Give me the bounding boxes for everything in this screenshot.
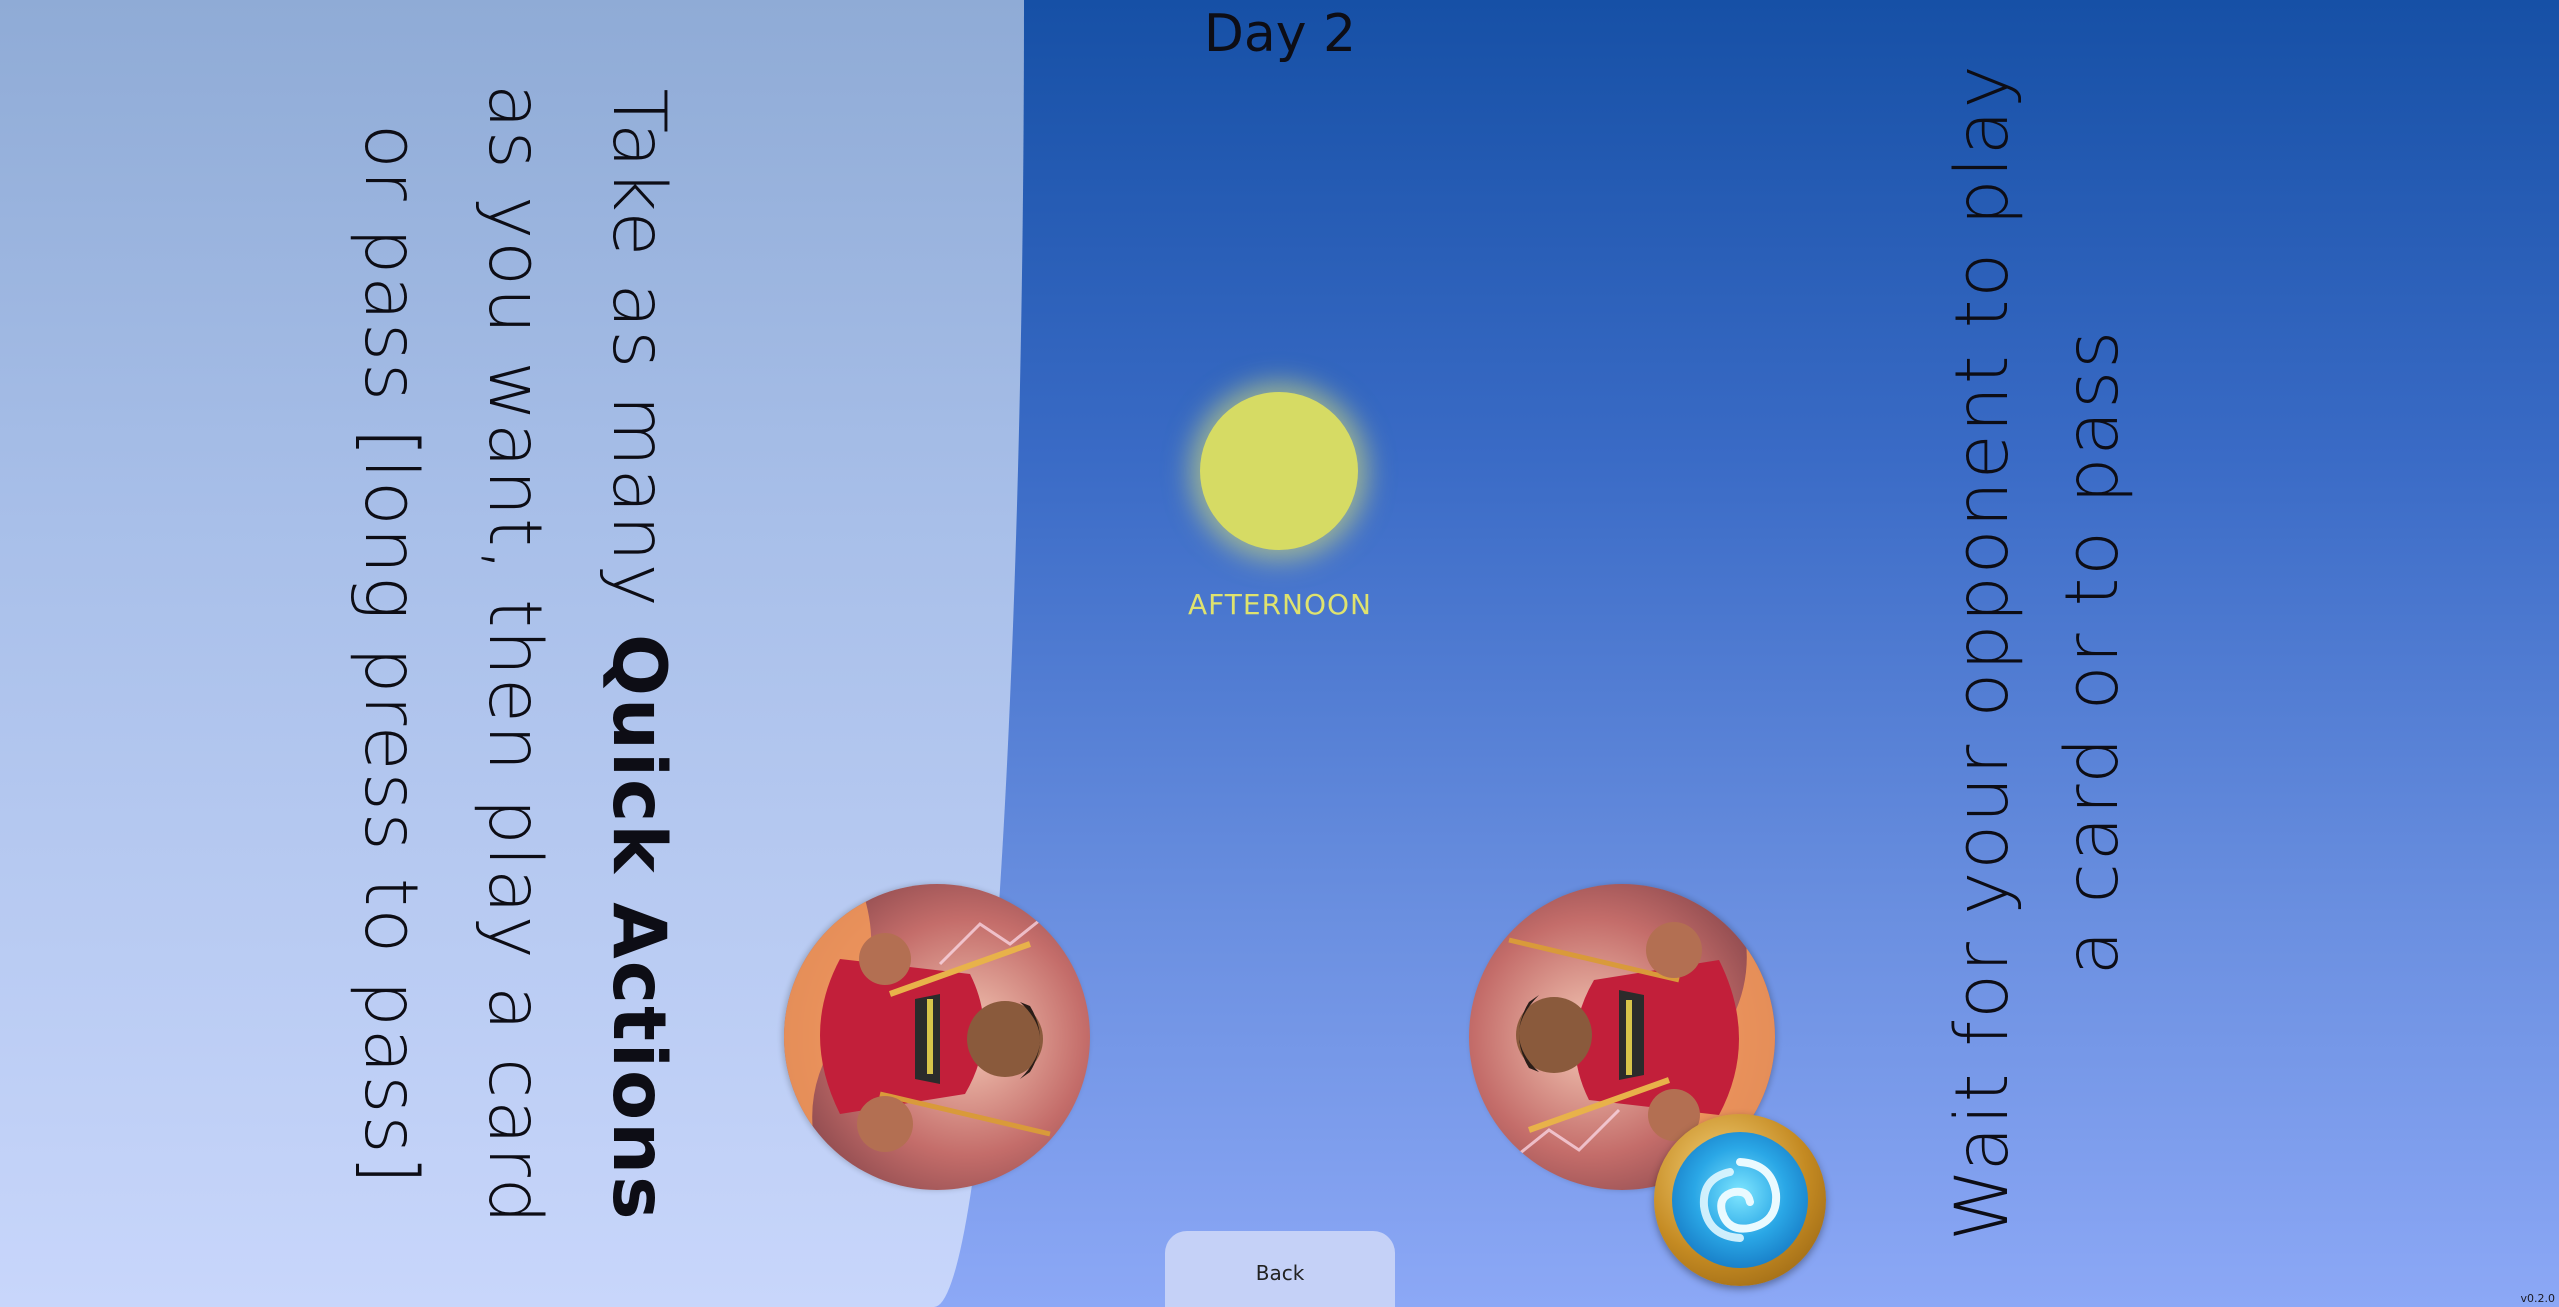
player-instruction-text: Take as many Quick Actions as you want, … — [328, 35, 700, 1275]
instruction-text-bold: Quick Actions — [596, 633, 681, 1222]
phase-label: AFTERNOON — [1188, 588, 1372, 621]
opponent-status-text: Wait for your opponent to play a card or… — [1940, 63, 2135, 1241]
player-portrait[interactable] — [784, 884, 1090, 1190]
back-button[interactable]: Back — [1165, 1231, 1395, 1307]
sun-icon — [1200, 392, 1358, 550]
instruction-text-before: Take as many — [596, 88, 681, 634]
instruction-text-after: as you want, then play a card or pass [l… — [348, 84, 557, 1226]
warrior-portrait-icon — [784, 884, 1090, 1190]
water-swirl-icon — [1654, 1114, 1826, 1286]
game-screen: Take as many Quick Actions as you want, … — [0, 0, 2559, 1307]
day-title: Day 2 — [1203, 4, 1357, 64]
version-label: v0.2.0 — [2520, 1292, 2556, 1305]
